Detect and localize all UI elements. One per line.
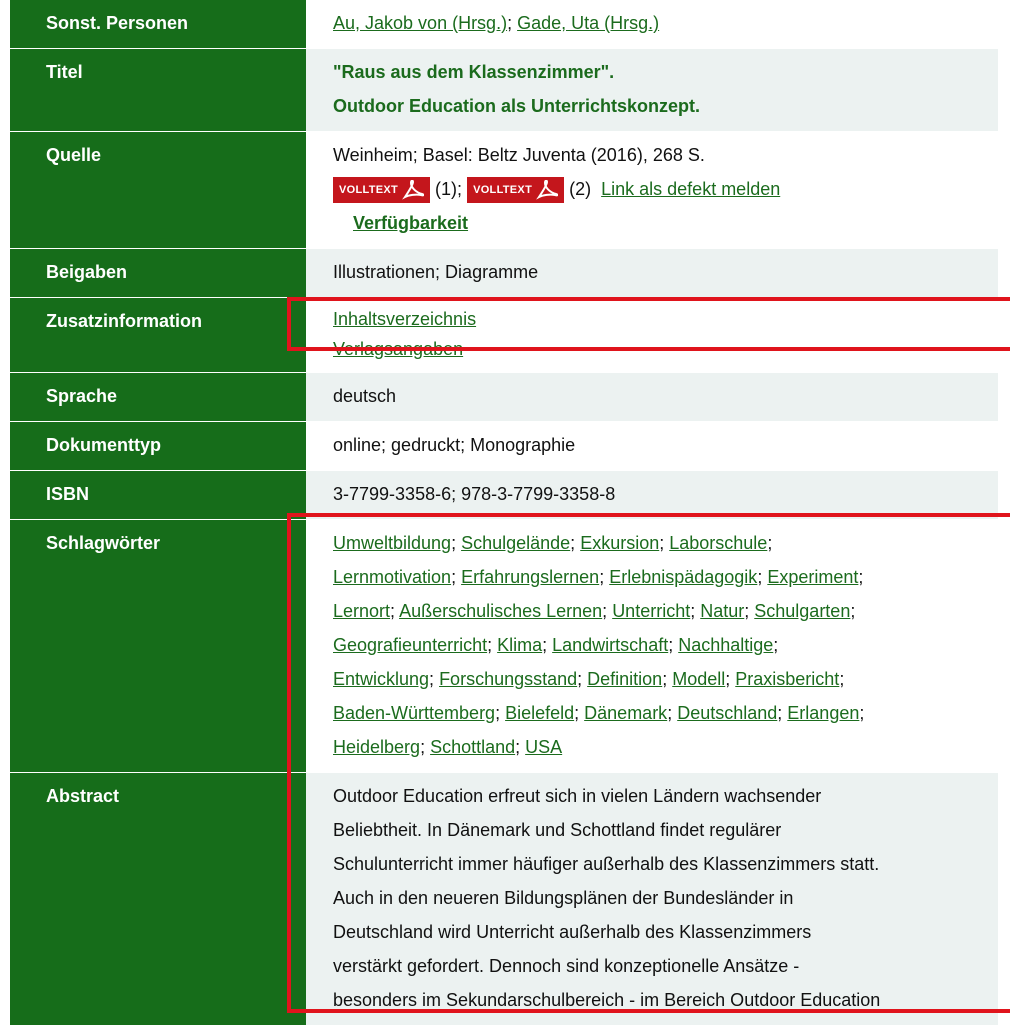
pdf-icon: [402, 180, 425, 200]
abstract-line: Auch in den neueren Bildungsplänen der B…: [333, 888, 794, 908]
volltext-pdf-button-1[interactable]: VOLLTEXT: [333, 177, 431, 204]
availability-link[interactable]: Verfügbarkeit: [353, 213, 468, 233]
keyword-line: Heidelberg; Schottland; USA: [333, 737, 563, 757]
value-zusatz: Inhaltsverzeichnis Verlagsangaben: [306, 297, 998, 373]
label-isbn: ISBN: [10, 470, 306, 520]
keyword-link[interactable]: Umweltbildung: [333, 533, 451, 553]
value-schlagwoerter: Umweltbildung; Schulgelände; Exkursion; …: [306, 519, 998, 773]
abstract-line: Schulunterricht immer häufiger außerhalb…: [333, 854, 880, 874]
row-titel: Titel "Raus aus dem Klassenzimmer". Outd…: [10, 48, 998, 132]
label-zusatz: Zusatzinformation: [10, 297, 306, 373]
abstract-line: besonders im Sekundarschulbereich - im B…: [333, 990, 881, 1010]
keyword-link[interactable]: Heidelberg: [333, 737, 420, 757]
row-schlagwoerter: Schlagwörter Umweltbildung; Schulgelände…: [10, 519, 998, 773]
pdf-icon: [536, 180, 559, 200]
person-link[interactable]: Gade, Uta (Hrsg.): [517, 13, 659, 33]
keyword-link[interactable]: Definition: [587, 669, 662, 689]
quelle-text: Weinheim; Basel: Beltz Juventa (2016), 2…: [333, 145, 705, 165]
keyword-link[interactable]: Entwicklung: [333, 669, 429, 689]
keyword-link[interactable]: Laborschule: [669, 533, 767, 553]
value-sprache: deutsch: [306, 372, 998, 422]
keyword-link[interactable]: Erlebnispädagogik: [609, 567, 757, 587]
title-line-1: "Raus aus dem Klassenzimmer".: [333, 62, 615, 82]
abstract-line: Outdoor Education erfreut sich in vielen…: [333, 786, 822, 806]
label-abstract: Abstract: [10, 772, 306, 1026]
volltext-suffix-1: (1);: [435, 179, 463, 199]
value-personen: Au, Jakob von (Hrsg.); Gade, Uta (Hrsg.): [306, 0, 998, 49]
value-abstract: Outdoor Education erfreut sich in vielen…: [306, 772, 998, 1026]
row-sprache: Sprache deutsch: [10, 372, 998, 422]
label-schlagwoerter: Schlagwörter: [10, 519, 306, 773]
keyword-link[interactable]: Exkursion: [580, 533, 659, 553]
keyword-link[interactable]: Bielefeld: [505, 703, 574, 723]
volltext-badge-label: VOLLTEXT: [339, 184, 399, 197]
label-titel: Titel: [10, 48, 306, 132]
keyword-link[interactable]: Baden-Württemberg: [333, 703, 495, 723]
person-link[interactable]: Au, Jakob von (Hrsg.): [333, 13, 507, 33]
row-personen: Sonst. Personen Au, Jakob von (Hrsg.); G…: [10, 0, 998, 49]
volltext-badge-label: VOLLTEXT: [473, 184, 533, 197]
keyword-link[interactable]: Geografieunterricht: [333, 635, 487, 655]
volltext-pdf-button-2[interactable]: VOLLTEXT: [467, 177, 565, 204]
label-personen: Sonst. Personen: [10, 0, 306, 49]
publisher-info-link[interactable]: Verlagsangaben: [333, 339, 463, 359]
value-dokumenttyp: online; gedruckt; Monographie: [306, 421, 998, 471]
value-beigaben: Illustrationen; Diagramme: [306, 248, 998, 298]
keyword-line: Lernort; Außerschulisches Lernen; Unterr…: [333, 601, 856, 621]
label-beigaben: Beigaben: [10, 248, 306, 298]
row-quelle: Quelle Weinheim; Basel: Beltz Juventa (2…: [10, 131, 998, 249]
label-quelle: Quelle: [10, 131, 306, 249]
value-isbn: 3-7799-3358-6; 978-3-7799-3358-8: [306, 470, 998, 520]
label-dokumenttyp: Dokumenttyp: [10, 421, 306, 471]
keyword-link[interactable]: Klima: [497, 635, 542, 655]
row-beigaben: Beigaben Illustrationen; Diagramme: [10, 248, 998, 298]
keyword-link[interactable]: Lernmotivation: [333, 567, 451, 587]
row-isbn: ISBN 3-7799-3358-6; 978-3-7799-3358-8: [10, 470, 998, 520]
keyword-link[interactable]: Dänemark: [584, 703, 667, 723]
label-sprache: Sprache: [10, 372, 306, 422]
keyword-link[interactable]: Deutschland: [677, 703, 777, 723]
keyword-link[interactable]: Experiment: [767, 567, 858, 587]
keyword-link[interactable]: Praxisbericht: [735, 669, 839, 689]
toc-link[interactable]: Inhaltsverzeichnis: [333, 309, 476, 329]
row-dokumenttyp: Dokumenttyp online; gedruckt; Monographi…: [10, 421, 998, 471]
keyword-link[interactable]: Erlangen: [787, 703, 859, 723]
volltext-links: VOLLTEXT (1); VOLLTEXT (2) Link als defe…: [333, 172, 988, 206]
keyword-link[interactable]: Lernort: [333, 601, 390, 621]
keyword-line: Baden-Württemberg; Bielefeld; Dänemark; …: [333, 703, 865, 723]
keyword-line: Umweltbildung; Schulgelände; Exkursion; …: [333, 533, 773, 553]
value-quelle: Weinheim; Basel: Beltz Juventa (2016), 2…: [306, 131, 998, 249]
keyword-link[interactable]: Nachhaltige: [678, 635, 773, 655]
title-line-2: Outdoor Education als Unterrichtskonzept…: [333, 96, 701, 116]
keyword-link[interactable]: Landwirtschaft: [552, 635, 668, 655]
keyword-line: Entwicklung; Forschungsstand; Definition…: [333, 669, 845, 689]
keyword-link[interactable]: Natur: [700, 601, 744, 621]
keyword-link[interactable]: Schulgelände: [461, 533, 570, 553]
keyword-link[interactable]: Außerschulisches Lernen: [399, 601, 602, 621]
keyword-link[interactable]: Modell: [672, 669, 725, 689]
keyword-line: Geografieunterricht; Klima; Landwirtscha…: [333, 635, 779, 655]
abstract-line: Deutschland wird Unterricht außerhalb de…: [333, 922, 812, 942]
row-zusatz: Zusatzinformation Inhaltsverzeichnis Ver…: [10, 297, 998, 373]
volltext-suffix-2: (2): [569, 179, 592, 199]
row-abstract: Abstract Outdoor Education erfreut sich …: [10, 772, 998, 1026]
keyword-link[interactable]: Forschungsstand: [439, 669, 577, 689]
keyword-link[interactable]: Schulgarten: [754, 601, 850, 621]
keyword-link[interactable]: Unterricht: [612, 601, 690, 621]
report-broken-link[interactable]: Link als defekt melden: [601, 179, 780, 199]
abstract-line: Beliebtheit. In Dänemark und Schottland …: [333, 820, 782, 840]
keyword-link[interactable]: Erfahrungslernen: [461, 567, 599, 587]
keyword-link[interactable]: USA: [525, 737, 562, 757]
keyword-link[interactable]: Schottland: [430, 737, 515, 757]
record-metadata-table: Sonst. Personen Au, Jakob von (Hrsg.); G…: [10, 0, 998, 1026]
keyword-line: Lernmotivation; Erfahrungslernen; Erlebn…: [333, 567, 864, 587]
value-titel: "Raus aus dem Klassenzimmer". Outdoor Ed…: [306, 48, 998, 132]
